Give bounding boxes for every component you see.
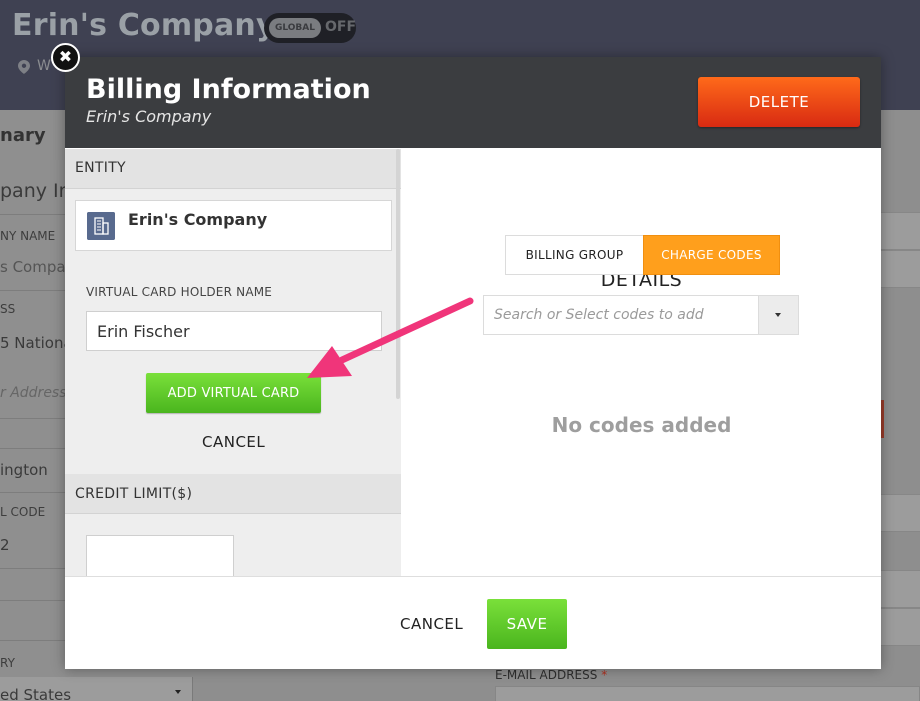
global-toggle-label: GLOBAL: [269, 18, 321, 38]
form-field[interactable]: [881, 608, 920, 646]
entity-name: Erin's Company: [128, 210, 268, 229]
virtual-card-cancel-link[interactable]: CANCEL: [202, 433, 265, 451]
modal-header: Billing Information Erin's Company DELET…: [65, 57, 881, 148]
form-field[interactable]: [881, 212, 920, 250]
divider: [0, 214, 65, 215]
entity-section-label: ENTITY: [75, 160, 126, 176]
modal-footer: CANCEL SAVE: [65, 576, 881, 669]
divider: [0, 492, 65, 493]
country-value: ed States: [0, 686, 72, 701]
tab-billing-group[interactable]: BILLING GROUP: [505, 235, 644, 275]
details-column: DETAILS: [402, 149, 881, 576]
tab-summary-label: nary: [0, 125, 46, 146]
codes-search-select[interactable]: Search or Select codes to add: [483, 295, 799, 335]
codes-placeholder: Search or Select codes to add: [494, 307, 704, 323]
global-toggle[interactable]: GLOBAL OFF: [264, 13, 356, 43]
scrollbar[interactable]: [396, 149, 400, 399]
field-label: L CODE: [0, 505, 46, 519]
location-text: W: [37, 58, 51, 74]
divider: [0, 418, 65, 419]
modal-subtitle: Erin's Company: [86, 107, 212, 126]
credit-limit-label: CREDIT LIMIT($): [75, 486, 193, 502]
required-mark: *: [601, 668, 608, 682]
building-icon: [87, 212, 115, 240]
billing-modal: Billing Information Erin's Company DELET…: [65, 57, 881, 669]
location-pin-icon: [18, 60, 30, 74]
field-value: s Compan: [0, 258, 76, 276]
field-label: SS: [0, 302, 16, 316]
chevron-down-icon: [775, 313, 781, 317]
entity-card[interactable]: Erin's Company: [75, 200, 392, 251]
cancel-button[interactable]: CANCEL: [400, 615, 463, 633]
chevron-down-icon: [175, 690, 181, 694]
divider: [0, 568, 65, 569]
button-edge: [881, 400, 884, 438]
email-field[interactable]: [495, 686, 920, 701]
tab-charge-codes[interactable]: CHARGE CODES: [643, 235, 780, 275]
field-label: RY: [0, 656, 15, 670]
field-value: 5 Nationa: [0, 334, 73, 352]
save-button[interactable]: SAVE: [487, 599, 567, 649]
form-field[interactable]: [881, 250, 920, 288]
holder-name-label: VIRTUAL CARD HOLDER NAME: [86, 285, 273, 299]
credit-limit-section-header: CREDIT LIMIT($): [65, 474, 401, 514]
email-label-text: E-MAIL ADDRESS: [495, 668, 598, 682]
modal-title: Billing Information: [86, 74, 371, 105]
entity-section-header: ENTITY: [65, 149, 401, 189]
credit-limit-input[interactable]: [86, 535, 234, 577]
form-field[interactable]: [881, 570, 920, 608]
no-codes-message: No codes added: [551, 413, 732, 437]
email-label: E-MAIL ADDRESS *: [495, 668, 607, 682]
add-virtual-card-button[interactable]: ADD VIRTUAL CARD: [146, 373, 321, 413]
global-toggle-state: OFF: [325, 19, 357, 35]
field-value: ington: [0, 461, 48, 479]
field-value: 2: [0, 536, 10, 554]
codes-dropdown-button[interactable]: [758, 295, 799, 335]
divider: [0, 290, 65, 291]
form-field[interactable]: [881, 494, 920, 532]
company-title: Erin's Company: [12, 8, 276, 43]
divider: [0, 640, 65, 641]
delete-button[interactable]: DELETE: [698, 77, 860, 127]
close-icon[interactable]: ✖: [51, 43, 80, 72]
divider: [0, 600, 65, 601]
divider: [0, 448, 65, 449]
holder-name-input[interactable]: [86, 311, 382, 351]
field-label: NY NAME: [0, 229, 56, 243]
